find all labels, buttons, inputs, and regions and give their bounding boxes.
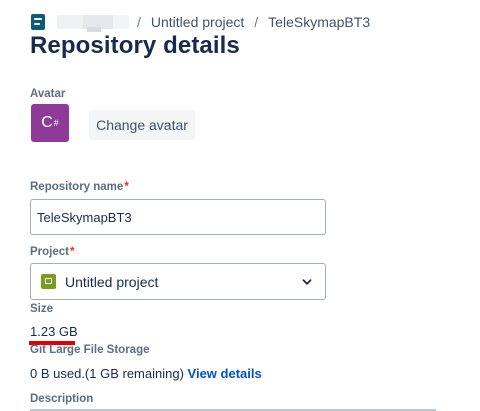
avatar-letter: C (41, 114, 53, 131)
required-marker: * (124, 181, 129, 193)
breadcrumb-project-link[interactable]: Untitled project (151, 14, 244, 30)
breadcrumb-repository-link[interactable]: TeleSkymapBT3 (268, 14, 370, 30)
lfs-usage-line: 0 B used.(1 GB remaining) View details (30, 366, 262, 381)
redacted-workspace-name[interactable] (57, 15, 129, 32)
repository-name-input[interactable]: TeleSkymapBT3 (30, 199, 326, 235)
avatar-superscript: # (53, 118, 59, 128)
breadcrumb-separator: / (137, 14, 141, 30)
repository-avatar: C # (31, 104, 69, 142)
description-label: Description (30, 393, 94, 405)
breadcrumb-separator: / (254, 14, 259, 30)
project-label-text: Project (30, 246, 69, 258)
project-select[interactable]: Untitled project (30, 263, 326, 300)
size-value: 1.23 GB (30, 324, 78, 339)
breadcrumb: / Untitled project / TeleSkymapBT3 (31, 12, 380, 32)
page-title: Repository details (30, 32, 240, 59)
project-selected-value: Untitled project (65, 273, 159, 290)
size-label: Size (30, 303, 54, 315)
avatar-label: Avatar (30, 88, 66, 100)
repository-name-value: TeleSkymapBT3 (37, 209, 132, 225)
lfs-usage-text: 0 B used.(1 GB remaining) (30, 366, 184, 381)
project-folder-icon (41, 274, 56, 289)
repository-name-label: Repository name* (30, 181, 129, 193)
change-avatar-button[interactable]: Change avatar (89, 110, 195, 140)
repository-name-label-text: Repository name (30, 181, 124, 193)
required-marker: * (70, 246, 75, 258)
view-details-link[interactable]: View details (188, 366, 262, 381)
repository-app-icon[interactable] (31, 14, 45, 30)
lfs-label: Git Large File Storage (30, 344, 150, 356)
project-label: Project* (30, 246, 74, 258)
chevron-down-icon (302, 278, 312, 285)
